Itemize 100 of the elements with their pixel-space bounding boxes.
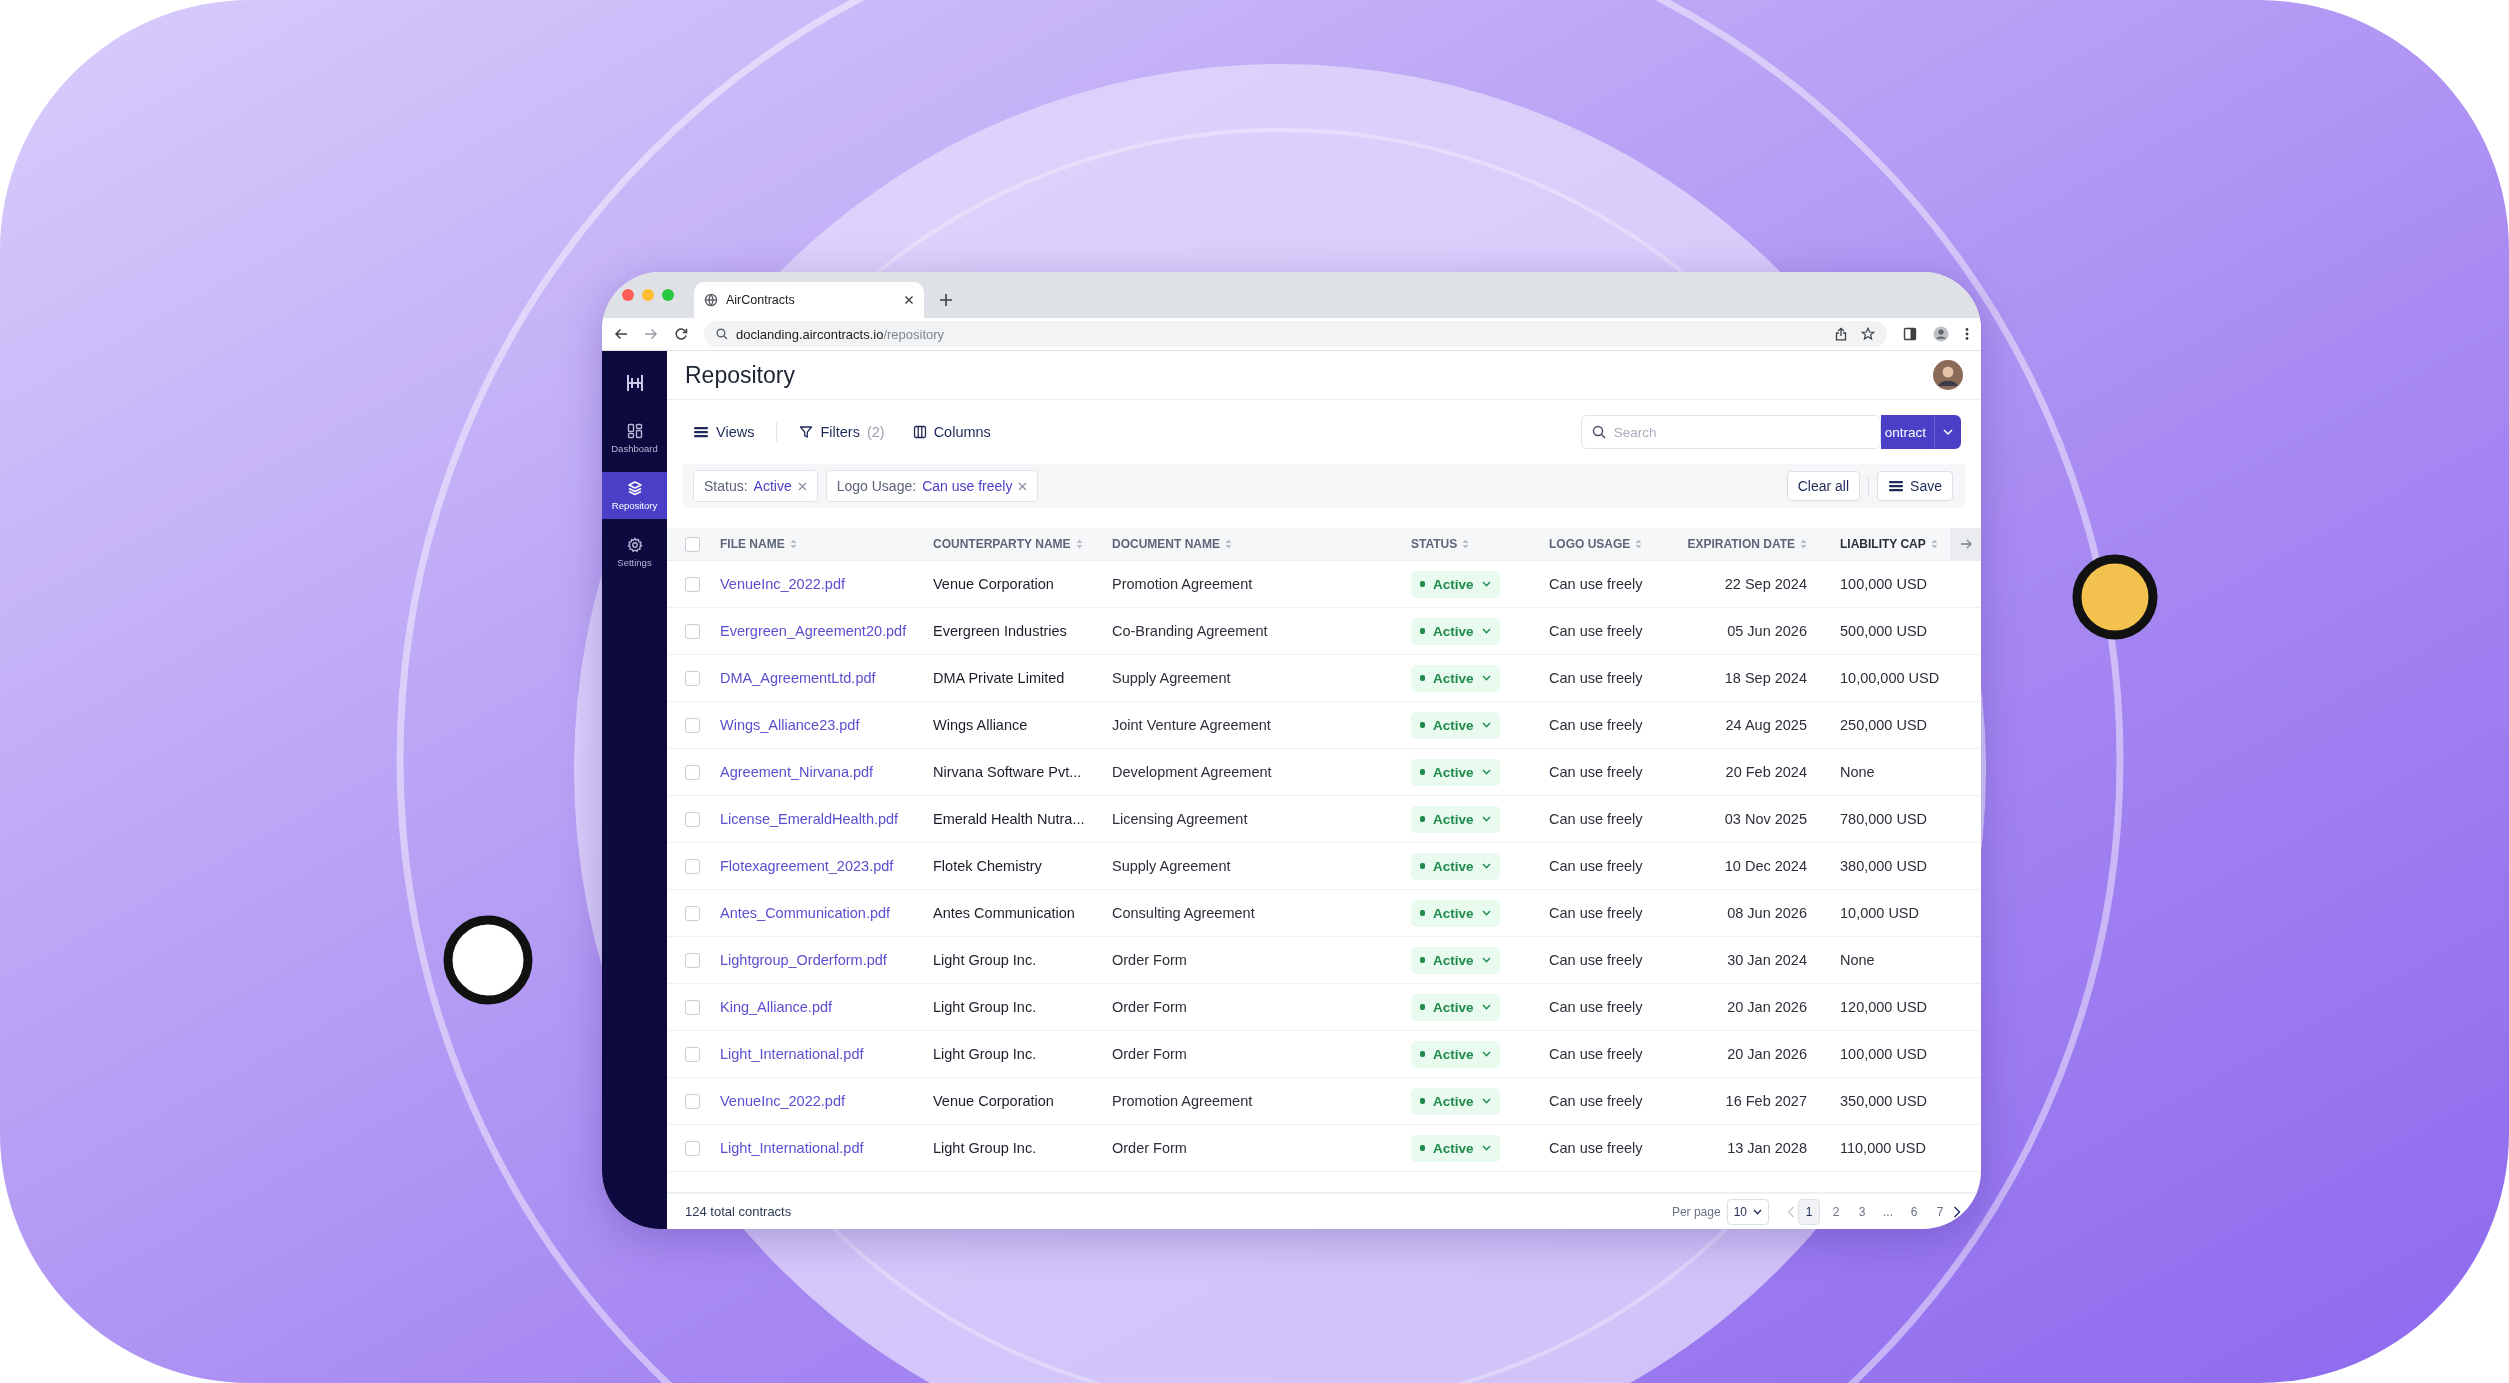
chevron-down-icon [1481,628,1491,635]
table-cell: 120,000 USD [1840,999,1928,1016]
page-button[interactable]: 7 [1930,1199,1950,1224]
table-cell: Light Group Inc. [933,999,1037,1016]
status-dropdown[interactable]: Active [1411,758,1500,786]
checkbox[interactable] [685,670,700,686]
status-dropdown[interactable]: Active [1411,1134,1500,1162]
checkbox[interactable] [685,952,700,968]
sort-icon[interactable] [1800,539,1807,550]
status-dropdown[interactable]: Active [1411,946,1500,974]
checkbox[interactable] [685,999,700,1015]
per-page-select[interactable]: 10 [1726,1198,1769,1225]
file-link[interactable]: VenueInc_2022.pdf [720,576,845,593]
clear-all-button[interactable]: Clear all [1786,471,1861,502]
forward-arrow-icon[interactable] [644,327,658,341]
page-button[interactable]: ... [1878,1199,1898,1224]
status-dropdown[interactable]: Active [1411,805,1500,833]
window-control[interactable] [622,289,634,301]
sort-icon[interactable] [1930,539,1938,550]
page-button[interactable]: 6 [1904,1199,1924,1224]
share-icon[interactable] [1835,327,1847,341]
search-field[interactable]: Search [1580,415,1881,450]
reload-icon[interactable] [674,327,688,341]
page-button[interactable]: 2 [1826,1199,1846,1224]
page-button[interactable]: 3 [1852,1199,1872,1224]
plus-icon[interactable] [938,292,954,308]
profile-icon[interactable] [1933,326,1949,342]
column-header[interactable]: DOCUMENT NAME [1112,537,1220,552]
sidebar-item[interactable]: Repository [602,472,667,519]
back-arrow-icon[interactable] [614,327,628,341]
save-button[interactable]: Save [1877,471,1953,502]
toolbar-button[interactable]: Filters (2) [799,424,885,441]
file-link[interactable]: DMA_AgreementLtd.pdf [720,670,876,687]
table-cell: Licensing Agreement [1112,811,1248,828]
status-dropdown[interactable]: Active [1411,993,1500,1021]
checkbox[interactable] [685,1093,700,1109]
status-dropdown[interactable]: Active [1411,570,1500,598]
checkbox[interactable] [685,811,700,827]
file-link[interactable]: Antes_Communication.pdf [720,905,891,922]
checkbox[interactable] [685,905,700,921]
address-bar[interactable]: doclanding.aircontracts.io/repository [704,321,1887,347]
sort-icon[interactable] [789,539,797,550]
status-dropdown[interactable]: Active [1411,1087,1500,1115]
window-control[interactable] [662,289,674,301]
file-link[interactable]: King_Alliance.pdf [720,999,833,1016]
column-header[interactable]: LOGO USAGE [1549,537,1631,552]
file-link[interactable]: Wings_Alliance23.pdf [720,717,860,734]
filter-chip[interactable]: Logo Usage: Can use freely [825,470,1039,503]
sort-icon[interactable] [1635,539,1643,550]
sort-icon[interactable] [1225,539,1232,550]
chevron-right-icon[interactable] [1953,1205,1961,1218]
file-link[interactable]: License_EmeraldHealth.pdf [720,811,899,828]
file-link[interactable]: Lightgroup_Orderform.pdf [720,952,887,969]
status-dropdown[interactable]: Active [1411,1040,1500,1068]
column-header[interactable]: FILE NAME [720,537,785,552]
status-dropdown[interactable]: Active [1411,617,1500,645]
toolbar-button[interactable]: Columns [912,424,991,441]
sidebar-item[interactable]: Settings [602,529,667,576]
file-link[interactable]: Light_International.pdf [720,1140,864,1157]
table-cell: Supply Agreement [1112,858,1231,875]
filter-chip[interactable]: Status: Active [693,470,818,503]
sidebar-item[interactable]: Dashboard [602,415,667,462]
checkbox[interactable] [685,764,700,780]
arrow-right-icon[interactable] [1959,539,1972,550]
status-dropdown[interactable]: Active [1411,664,1500,692]
chevron-left-icon[interactable] [1787,1205,1795,1218]
star-icon[interactable] [1861,327,1875,341]
checkbox[interactable] [685,1140,700,1156]
column-header[interactable]: LIABILITY CAP [1840,537,1926,552]
file-link[interactable]: Flotexagreement_2023.pdf [720,858,894,875]
checkbox[interactable] [685,576,700,592]
file-link[interactable]: Light_International.pdf [720,1046,864,1063]
side-panel-icon[interactable] [1903,327,1917,341]
status-dropdown[interactable]: Active [1411,852,1500,880]
status-dropdown[interactable]: Active [1411,899,1500,927]
column-header[interactable]: EXPIRATION DATE [1687,537,1795,552]
file-link[interactable]: Agreement_Nirvana.pdf [720,764,874,781]
page-button[interactable]: 1 [1798,1198,1820,1225]
column-header[interactable]: COUNTERPARTY NAME [933,537,1071,552]
checkbox[interactable] [685,536,700,552]
window-control[interactable] [642,289,654,301]
checkbox[interactable] [685,623,700,639]
sort-icon[interactable] [1462,539,1470,550]
menu-icon[interactable] [1965,327,1969,341]
new-contract-button[interactable]: ontract [1880,415,1961,450]
browser-tab[interactable]: AirContracts [694,282,924,318]
close-icon[interactable] [904,295,914,305]
checkbox[interactable] [685,858,700,874]
column-header[interactable]: STATUS [1411,537,1458,552]
table-cell: Emerald Health Nutra... [933,811,1085,828]
status-dropdown[interactable]: Active [1411,711,1500,739]
checkbox[interactable] [685,717,700,733]
file-link[interactable]: Evergreen_Agreement20.pdf [720,623,907,640]
toolbar-button[interactable]: Views [693,424,755,441]
checkbox[interactable] [685,1046,700,1062]
file-link[interactable]: VenueInc_2022.pdf [720,1093,845,1110]
table-cell: Can use freely [1549,952,1643,969]
table-cell: DMA Private Limited [933,670,1065,687]
sort-icon[interactable] [1075,539,1083,550]
table-cell: 20 Jan 2026 [1727,1046,1807,1063]
